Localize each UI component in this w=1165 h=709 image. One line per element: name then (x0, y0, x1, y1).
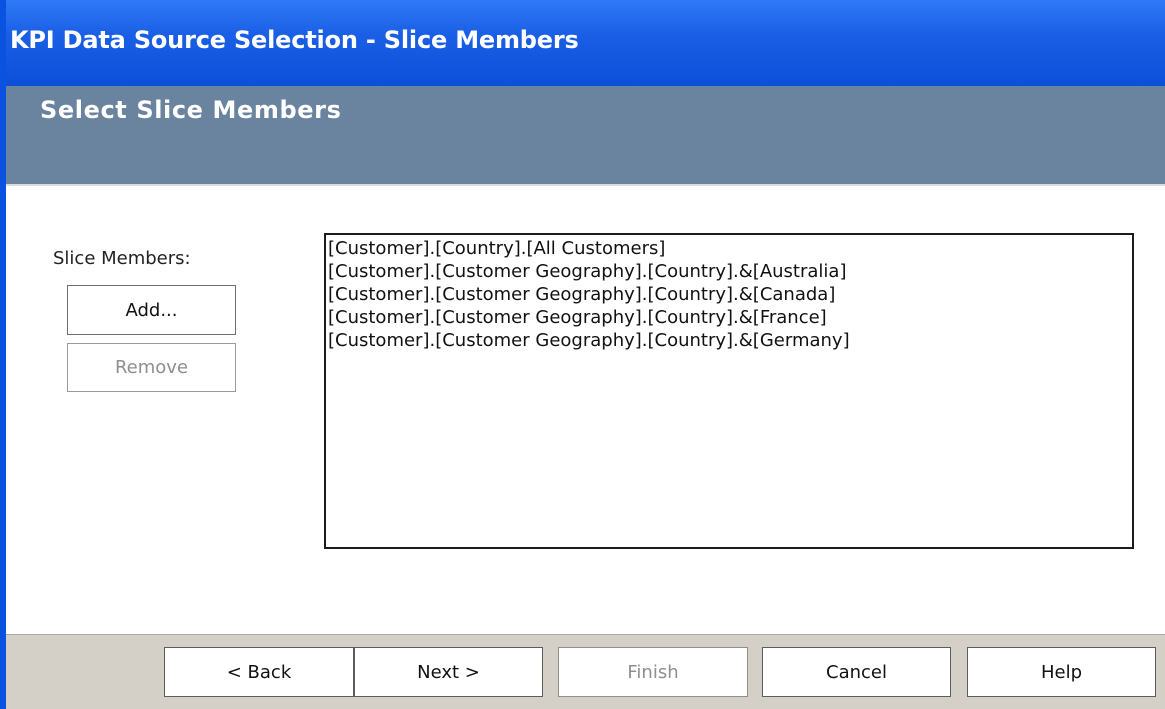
next-button[interactable]: Next > (354, 647, 543, 697)
list-item[interactable]: [Customer].[Customer Geography].[Country… (328, 329, 1132, 352)
list-item[interactable]: [Customer].[Country].[All Customers] (328, 237, 1132, 260)
list-item[interactable]: [Customer].[Customer Geography].[Country… (328, 306, 1132, 329)
finish-button[interactable]: Finish (558, 647, 748, 697)
remove-button[interactable]: Remove (67, 343, 236, 392)
window-title: KPI Data Source Selection - Slice Member… (10, 26, 579, 54)
back-button[interactable]: < Back (164, 647, 354, 697)
title-bar: KPI Data Source Selection - Slice Member… (6, 0, 1165, 86)
wizard-window: KPI Data Source Selection - Slice Member… (0, 0, 1165, 709)
help-button[interactable]: Help (967, 647, 1156, 697)
slice-members-label: Slice Members: (53, 248, 191, 269)
button-bar: < Back Next > Finish Cancel Help (6, 634, 1165, 709)
list-item[interactable]: [Customer].[Customer Geography].[Country… (328, 260, 1132, 283)
cancel-button[interactable]: Cancel (762, 647, 951, 697)
page-title: Select Slice Members (40, 96, 342, 124)
list-item[interactable]: [Customer].[Customer Geography].[Country… (328, 283, 1132, 306)
header-band: Select Slice Members (6, 86, 1165, 184)
add-button[interactable]: Add... (67, 285, 236, 335)
content-area: Slice Members: Add... Remove [Customer].… (6, 184, 1165, 634)
slice-members-list[interactable]: [Customer].[Country].[All Customers] [Cu… (324, 233, 1134, 549)
